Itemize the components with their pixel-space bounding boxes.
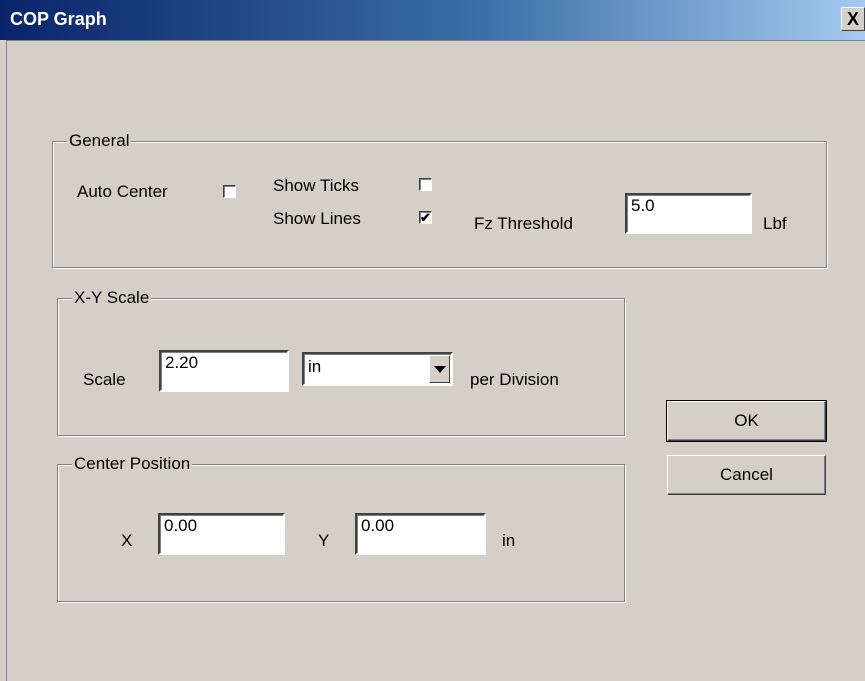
chevron-down-icon[interactable]	[429, 355, 450, 383]
title-bar: COP Graph X	[0, 0, 865, 41]
fz-threshold-label: Fz Threshold	[474, 214, 573, 233]
scale-label: Scale	[83, 370, 126, 389]
show-lines-label: Show Lines	[273, 209, 361, 228]
window-left-shadow	[6, 40, 7, 681]
center-position-group-label: Center Position	[72, 454, 193, 474]
general-group-label: General	[67, 131, 132, 151]
scale-input[interactable]: 2.20	[159, 350, 289, 392]
center-position-unit: in	[502, 531, 516, 550]
scale-unit-value: in	[308, 357, 322, 376]
show-ticks-label: Show Ticks	[273, 176, 359, 195]
close-button[interactable]: X	[841, 7, 865, 31]
fz-threshold-input[interactable]: 5.0	[625, 193, 752, 234]
center-position-group: Center Position	[57, 454, 625, 602]
y-label: Y	[318, 531, 330, 550]
cancel-button[interactable]: Cancel	[667, 455, 826, 495]
fz-threshold-unit: Lbf	[763, 214, 787, 233]
auto-center-checkbox[interactable]	[223, 185, 236, 198]
show-lines-checkbox[interactable]: ✔	[419, 211, 432, 224]
center-y-input[interactable]: 0.00	[355, 513, 486, 555]
per-division-label: per Division	[470, 370, 559, 389]
auto-center-label: Auto Center	[77, 182, 168, 201]
window-title: COP Graph	[10, 9, 107, 29]
x-label: X	[121, 531, 133, 550]
ok-button[interactable]: OK	[666, 400, 827, 442]
scale-unit-select[interactable]: in	[302, 352, 453, 386]
show-ticks-checkbox[interactable]	[419, 178, 432, 191]
xy-scale-group-label: X-Y Scale	[72, 288, 152, 308]
center-x-input[interactable]: 0.00	[158, 513, 285, 555]
